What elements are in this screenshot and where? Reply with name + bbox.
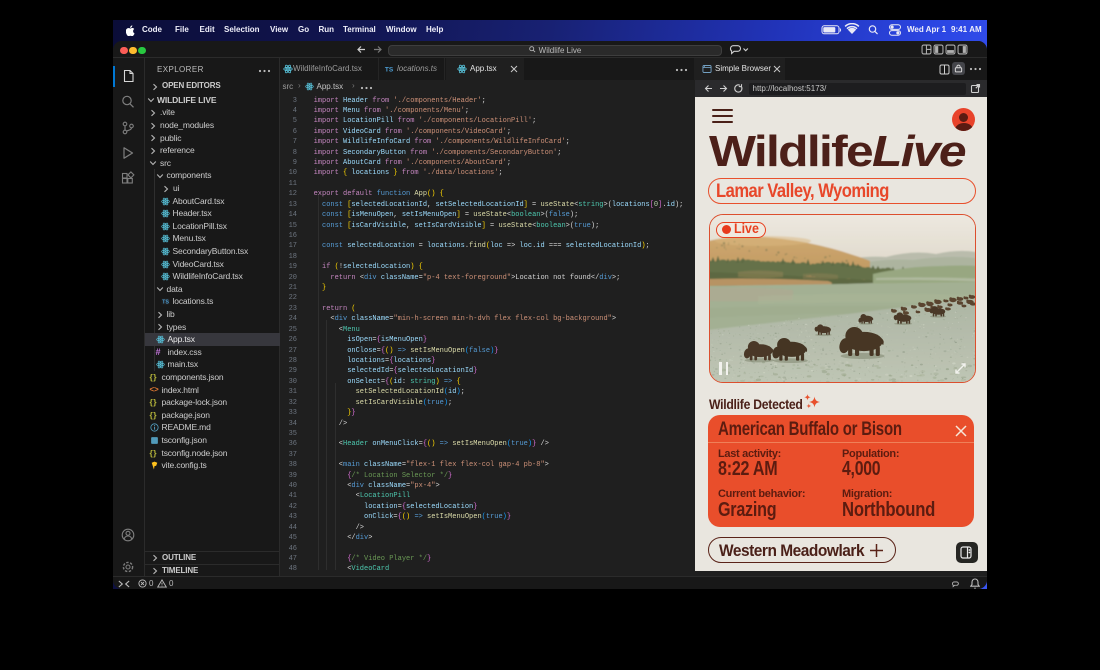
svg-text:TS: TS (385, 67, 394, 74)
svg-text:TS: TS (162, 300, 169, 306)
